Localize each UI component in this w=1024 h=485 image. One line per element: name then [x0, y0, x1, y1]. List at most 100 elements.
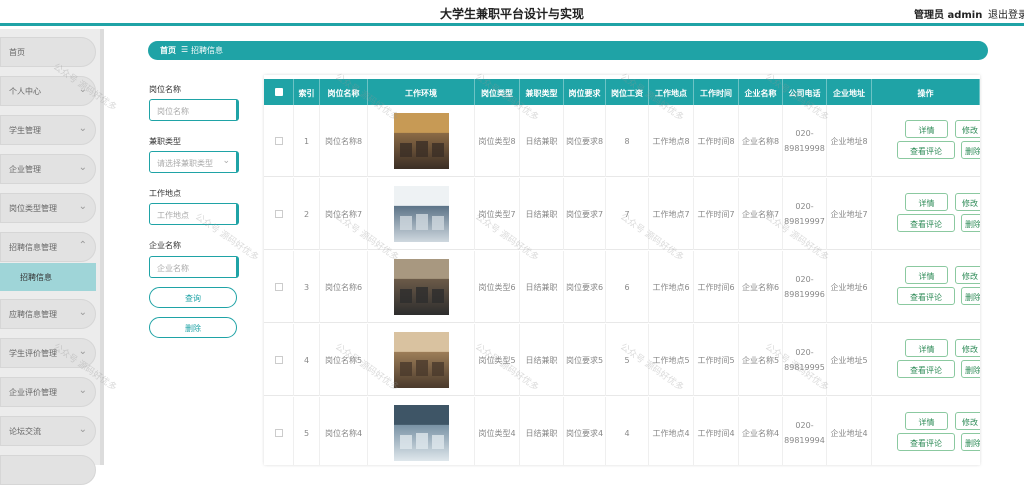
row-select-cell [264, 251, 294, 323]
cell-phone: 020-89819997 [783, 178, 827, 250]
row-checkbox[interactable] [274, 283, 283, 291]
sidebar-item-student-reviews[interactable]: 学生评价管理 ⌄ [0, 338, 96, 368]
delete-button[interactable]: 删除 [961, 141, 980, 159]
sidebar-item-job-types[interactable]: 岗位类型管理 ⌄ [0, 193, 96, 223]
cell-time: 工作时间4 [694, 397, 739, 465]
detail-button[interactable]: 详情 [905, 266, 948, 284]
chevron-down-icon: ⌄ [78, 162, 87, 173]
cell-phone: 020-89819996 [783, 251, 827, 323]
cell-ptype: 日结兼职 [520, 251, 564, 323]
cell-type: 岗位类型5 [475, 324, 520, 396]
sidebar-subitem-recruitment-info[interactable]: 招聘信息 [0, 263, 96, 291]
cell-name: 岗位名称6 [320, 251, 368, 323]
cell-req: 岗位要求6 [564, 251, 606, 323]
breadcrumb-home[interactable]: 首页 [160, 45, 176, 56]
col-header: 岗位工资 [606, 79, 649, 105]
row-checkbox[interactable] [274, 137, 283, 145]
view-comments-button[interactable]: 查看评论 [897, 433, 955, 451]
edit-button[interactable]: 修改 [955, 193, 980, 211]
table-row: 4 岗位名称5 岗位类型5 日结兼职 岗位要求5 5 工作地点5 工作时间5 企业名称5 020-… [264, 324, 980, 396]
chevron-down-icon: ⌄ [78, 424, 87, 435]
col-header: 岗位要求 [564, 79, 606, 105]
table-row: 5 岗位名称4 岗位类型4 日结兼职 岗位要求4 4 工作地点4 工作时间4 企业名称4 020-… [264, 397, 980, 465]
sidebar-item-profile[interactable]: 个人中心 ⌄ [0, 76, 96, 106]
breadcrumb-current: 招聘信息 [191, 46, 223, 55]
view-comments-button[interactable]: 查看评论 [897, 214, 955, 232]
sidebar-item-home[interactable]: 首页 [0, 37, 96, 67]
delete-button[interactable]: 删除 [961, 433, 980, 451]
cell-company: 企业名称5 [739, 324, 783, 396]
view-comments-button[interactable]: 查看评论 [897, 141, 955, 159]
delete-selected-button[interactable]: 删除 [149, 317, 237, 338]
cell-req: 岗位要求4 [564, 397, 606, 465]
cell-environment [368, 251, 475, 323]
cell-type: 岗位类型7 [475, 178, 520, 250]
row-select-cell [264, 324, 294, 396]
detail-button[interactable]: 详情 [905, 339, 948, 357]
cell-req: 岗位要求8 [564, 105, 606, 177]
job-name-input[interactable]: 岗位名称 [149, 99, 239, 121]
sidebar-item-students[interactable]: 学生管理 ⌄ [0, 115, 96, 145]
detail-button[interactable]: 详情 [905, 120, 948, 138]
cell-idx: 4 [294, 324, 320, 396]
view-comments-button[interactable]: 查看评论 [897, 287, 955, 305]
chevron-up-icon: ⌃ [78, 240, 87, 251]
edit-button[interactable]: 修改 [955, 266, 980, 284]
chevron-down-icon: ⌄ [78, 84, 87, 95]
table-header: 索引 岗位名称 工作环境 岗位类型 兼职类型 岗位要求 岗位工资 工作地点 工作… [264, 79, 980, 105]
edit-button[interactable]: 修改 [955, 412, 980, 430]
cell-loc: 工作地点6 [649, 251, 694, 323]
sidebar-scrollbar[interactable] [100, 29, 104, 465]
sidebar-item-forum[interactable]: 论坛交流 ⌄ [0, 416, 96, 446]
row-checkbox[interactable] [274, 210, 283, 218]
cell-req: 岗位要求5 [564, 324, 606, 396]
detail-button[interactable]: 详情 [905, 193, 948, 211]
edit-button[interactable]: 修改 [955, 339, 980, 357]
sidebar-item-more[interactable] [0, 455, 96, 485]
table-row: 1 岗位名称8 岗位类型8 日结兼职 岗位要求8 8 工作地点8 工作时间8 企业名称8 020-… [264, 105, 980, 177]
sidebar-item-label: 应聘信息管理 [9, 310, 57, 319]
breadcrumb-separator-icon: ☰ [181, 45, 189, 54]
cell-time: 工作时间8 [694, 105, 739, 177]
sidebar-item-recruitment[interactable]: 招聘信息管理 ⌃ [0, 232, 96, 262]
cell-loc: 工作地点7 [649, 178, 694, 250]
row-checkbox[interactable] [274, 356, 283, 364]
cell-idx: 2 [294, 178, 320, 250]
col-header: 工作时间 [694, 79, 739, 105]
col-header: 企业名称 [739, 79, 783, 105]
sidebar-item-company-reviews[interactable]: 企业评价管理 ⌄ [0, 377, 96, 407]
location-input[interactable]: 工作地点 [149, 203, 239, 225]
sidebar-item-companies[interactable]: 企业管理 ⌄ [0, 154, 96, 184]
view-comments-button[interactable]: 查看评论 [897, 360, 955, 378]
cell-ptype: 日结兼职 [520, 105, 564, 177]
cell-addr: 企业地址7 [827, 178, 872, 250]
sidebar-item-label: 企业评价管理 [9, 388, 57, 397]
job-type-select[interactable]: 请选择兼职类型 ⌄ [149, 151, 239, 173]
select-all-checkbox[interactable] [275, 88, 283, 96]
cell-actions [872, 397, 980, 465]
cell-time: 工作时间6 [694, 251, 739, 323]
col-header: 工作地点 [649, 79, 694, 105]
workplace-photo [393, 259, 449, 315]
top-bar: 大学生兼职平台设计与实现 管理员 admin 退出登录 [0, 0, 1024, 26]
company-input[interactable]: 企业名称 [149, 256, 239, 278]
cell-environment [368, 105, 475, 177]
query-button[interactable]: 查询 [149, 287, 237, 308]
cell-loc: 工作地点8 [649, 105, 694, 177]
logout-link[interactable]: 退出登录 [988, 6, 1024, 21]
cell-company: 企业名称6 [739, 251, 783, 323]
delete-button[interactable]: 删除 [961, 214, 980, 232]
row-checkbox[interactable] [274, 429, 283, 437]
cell-environment [368, 324, 475, 396]
cell-idx: 3 [294, 251, 320, 323]
delete-button[interactable]: 删除 [961, 287, 980, 305]
chevron-down-icon: ⌄ [78, 346, 87, 357]
detail-button[interactable]: 详情 [905, 412, 948, 430]
edit-button[interactable]: 修改 [955, 120, 980, 138]
sidebar-item-applications[interactable]: 应聘信息管理 ⌄ [0, 299, 96, 329]
cell-phone: 020-89819995 [783, 324, 827, 396]
cell-name: 岗位名称7 [320, 178, 368, 250]
chevron-down-icon: ⌄ [78, 201, 87, 212]
delete-button[interactable]: 删除 [961, 360, 980, 378]
cell-addr: 企业地址8 [827, 105, 872, 177]
